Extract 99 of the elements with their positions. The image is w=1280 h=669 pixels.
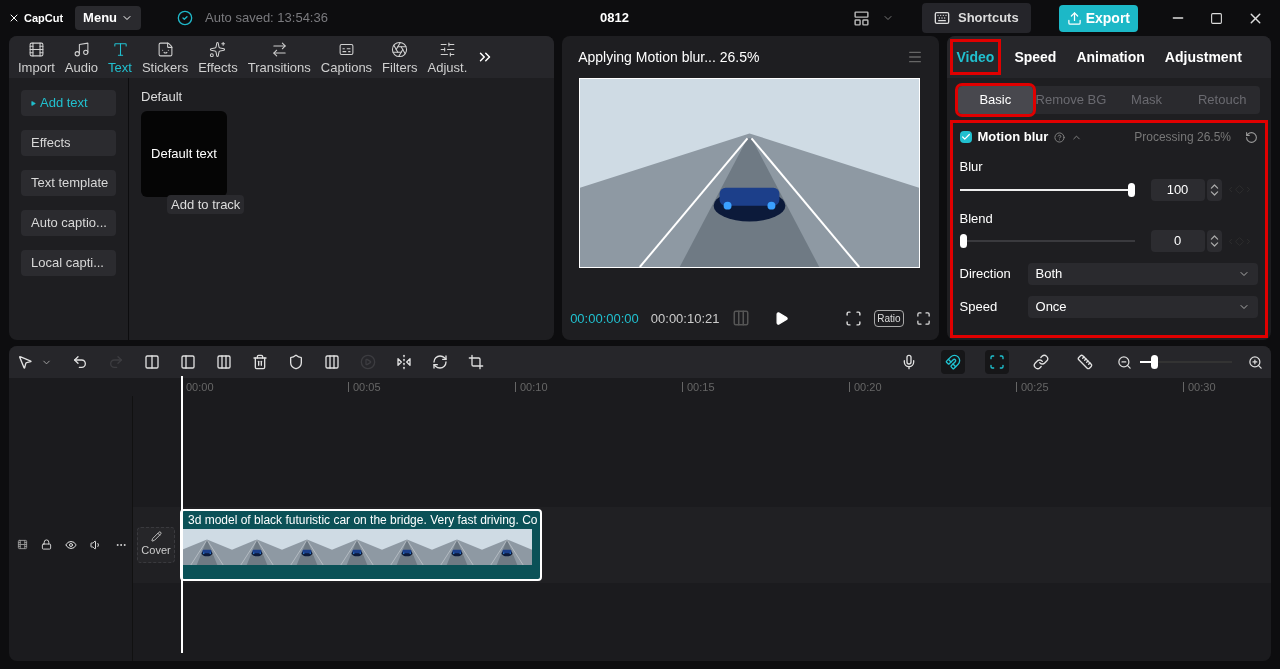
track-video-icon[interactable]: [17, 539, 28, 550]
field-label: Direction: [959, 265, 1012, 284]
cover-button[interactable]: Cover: [137, 526, 175, 563]
processing-status: Processing 26.5%: [1134, 129, 1231, 146]
text-tab-icon: [111, 40, 129, 58]
ruler-label: 00:00: [186, 379, 214, 395]
preview-title: Applying Motion blur... 26.5%: [578, 47, 760, 67]
dropdown[interactable]: Both: [1027, 263, 1258, 285]
zoom-out-icon[interactable]: [1117, 354, 1132, 370]
sidebar-item[interactable]: Local capti...: [21, 250, 116, 276]
maximize-icon[interactable]: [1210, 11, 1223, 25]
media-tab[interactable]: Stickers: [136, 40, 194, 78]
autosave-status: Auto saved: 13:54:36: [205, 9, 328, 28]
thumbnail-placeholder: [182, 528, 232, 565]
upload-icon: [1066, 10, 1082, 26]
effect-checkbox[interactable]: [959, 131, 972, 143]
property-tab[interactable]: Speed: [1007, 39, 1064, 75]
crop-tool-icon[interactable]: [468, 354, 484, 370]
section-heading: Default: [141, 88, 184, 106]
slider-label: Blend: [959, 210, 993, 226]
ratio-button[interactable]: Ratio: [874, 309, 904, 327]
zoom-slider-thumb[interactable]: [1151, 355, 1159, 369]
sidebar-item[interactable]: Auto captio...: [21, 210, 116, 236]
ruler-label: 00:05: [353, 379, 381, 395]
undo-tool-icon[interactable]: [72, 354, 88, 370]
media-tab[interactable]: Filters: [377, 40, 423, 78]
fullscreen-icon[interactable]: [915, 310, 931, 326]
menu-icon[interactable]: [906, 49, 923, 65]
dropdown[interactable]: Once: [1027, 296, 1258, 318]
volume-icon[interactable]: [90, 538, 102, 551]
slider-thumb[interactable]: [959, 234, 967, 248]
media-tab[interactable]: Import: [13, 40, 60, 78]
slider-label: Blur: [959, 159, 983, 174]
slider-track[interactable]: [959, 234, 1135, 248]
ruler-label: 00:30: [1188, 379, 1216, 395]
select-tool-icon[interactable]: [17, 354, 33, 370]
link-icon: [1033, 354, 1049, 370]
mirror-tool-icon[interactable]: [396, 354, 412, 370]
delete-tool-icon[interactable]: [252, 354, 268, 370]
media-tab[interactable]: Transitions: [242, 40, 316, 78]
ruler-label: 00:25: [1021, 379, 1049, 395]
menu-button[interactable]: Menu: [75, 6, 142, 30]
zoom-in-icon[interactable]: [1248, 354, 1263, 370]
clip-title: 3d model of black futuristic car on the bridge. Very fast driving. Co: [187, 511, 539, 529]
property-tab[interactable]: Adjustment: [1157, 39, 1249, 75]
sidebar-item[interactable]: Effects: [21, 130, 116, 156]
bullet-icon: [31, 100, 36, 106]
tooltip: Add to track: [167, 194, 245, 214]
thumbnail-placeholder: [482, 528, 532, 565]
current-timecode: 00:00:00:00: [570, 309, 639, 328]
sidebar-item[interactable]: Text template: [21, 170, 116, 196]
lock-icon[interactable]: [41, 539, 52, 550]
sidebar-item[interactable]: Add text: [21, 90, 116, 116]
ruler-label: 00:20: [854, 379, 882, 395]
ruler-label: 00:10: [520, 379, 548, 395]
zoom-icon[interactable]: [845, 309, 863, 327]
value-input[interactable]: 0: [1150, 230, 1205, 252]
media-tab[interactable]: Captions: [315, 40, 378, 78]
property-tab[interactable]: Video: [949, 39, 1002, 75]
slider-thumb[interactable]: [1127, 182, 1135, 197]
magnet-tool-icon[interactable]: [941, 350, 965, 374]
mic-icon: [901, 354, 917, 370]
zoom-slider-track[interactable]: [1140, 355, 1232, 369]
rotate-tool-icon[interactable]: [432, 354, 448, 370]
ruler-label: 00:15: [687, 379, 715, 395]
shortcuts-button[interactable]: Shortcuts: [922, 3, 1031, 33]
property-tab[interactable]: Animation: [1069, 39, 1152, 75]
effects-tab-icon: [209, 40, 227, 58]
media-tab[interactable]: Text: [103, 40, 137, 78]
transitions-tab-icon: [270, 40, 288, 58]
magnet-icon: [945, 354, 961, 370]
eye-icon[interactable]: [65, 538, 77, 551]
stepper-icon[interactable]: [1206, 178, 1222, 201]
keyboard-icon: [934, 10, 950, 26]
filters-tab-icon: [391, 40, 409, 58]
slider-track[interactable]: [959, 182, 1135, 197]
reset-icon[interactable]: [1245, 130, 1258, 144]
text-preset-card[interactable]: Default text: [141, 110, 227, 197]
value-input[interactable]: 100: [1150, 178, 1205, 201]
duration-timecode: 00:00:10:21: [650, 309, 720, 328]
audio-tab-icon: [72, 40, 90, 58]
effect-name: Motion blur: [977, 128, 1049, 147]
media-tab[interactable]: Adjust.: [422, 40, 473, 78]
layout-icon[interactable]: [853, 9, 870, 27]
saved-check-icon: [177, 10, 194, 26]
media-tab[interactable]: Effects: [193, 40, 243, 78]
field-label: Speed: [959, 298, 999, 317]
stickers-tab-icon: [156, 40, 174, 58]
adjust-tab-icon: [438, 40, 456, 58]
subtab[interactable]: Basic: [957, 86, 1034, 114]
pencil-icon: [150, 530, 162, 542]
project-title: 0812: [599, 9, 629, 28]
import-tab-icon: [27, 40, 45, 58]
stepper-icon[interactable]: [1206, 230, 1222, 252]
app-logo: CapCut: [8, 9, 64, 27]
media-tab[interactable]: Audio: [59, 40, 104, 78]
video-clip[interactable]: 3d model of black futuristic car on the bridge. Very fast driving. Co: [180, 508, 542, 581]
play-button[interactable]: [773, 310, 789, 326]
help-icon: [1054, 131, 1066, 143]
